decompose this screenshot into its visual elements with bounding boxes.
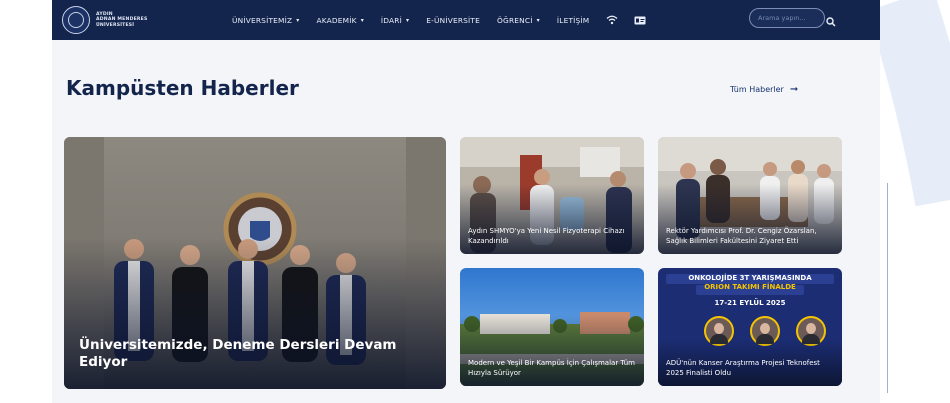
nav-item-universitemiz[interactable]: ÜNİVERSİTEMİZ ▾ — [232, 16, 299, 25]
poster-line: ORION TAKIMI FİNALDE — [704, 283, 796, 291]
university-logo[interactable]: AYDIN ADNAN MENDERES ÜNİVERSİTESİ — [62, 6, 148, 34]
poster-line: ONKOLOJİDE 3T YARIŞMASINDA — [688, 274, 812, 282]
nav-item-label: ÜNİVERSİTEMİZ — [232, 15, 293, 25]
news-title: ADÜ'nün Kanser Araştırma Projesi Teknofe… — [666, 359, 820, 377]
nav-item-iletisim[interactable]: İLETİŞİM — [557, 16, 590, 25]
page-container: AYDIN ADNAN MENDERES ÜNİVERSİTESİ ÜNİVER… — [52, 0, 880, 403]
decorative-divider — [887, 183, 888, 393]
top-navbar: AYDIN ADNAN MENDERES ÜNİVERSİTESİ ÜNİVER… — [52, 0, 880, 40]
wifi-icon[interactable] — [606, 15, 618, 25]
nav-item-e-universite[interactable]: E-ÜNİVERSİTE — [426, 16, 480, 25]
search-input[interactable] — [749, 8, 825, 28]
nav-item-ogrenci[interactable]: ÖĞRENCİ ▾ — [497, 16, 540, 25]
news-card-main[interactable]: Üniversitemizde, Deneme Dersleri Devam E… — [64, 137, 446, 389]
logo-line: ADNAN MENDERES — [96, 17, 148, 23]
nav-item-idari[interactable]: İDARİ ▾ — [381, 16, 409, 25]
news-title: Üniversitemizde, Deneme Dersleri Devam E… — [79, 337, 397, 370]
nav-item-akademik[interactable]: AKADEMİK ▾ — [316, 16, 363, 25]
news-card[interactable]: ONKOLOJİDE 3T YARIŞMASINDA ORION TAKIMI … — [658, 268, 842, 386]
logo-emblem-icon — [62, 6, 90, 34]
nav-item-label: İDARİ — [380, 15, 403, 25]
logo-text: AYDIN ADNAN MENDERES ÜNİVERSİTESİ — [96, 12, 148, 28]
news-title: Aydın SHMYO'ya Yeni Nesil Fizyoterapi Ci… — [468, 227, 625, 245]
news-card[interactable]: Aydın SHMYO'ya Yeni Nesil Fizyoterapi Ci… — [460, 137, 644, 254]
news-title: Modern ve Yeşil Bir Kampüs İçin Çalışmal… — [468, 359, 636, 377]
id-card-icon[interactable] — [634, 16, 646, 25]
chevron-down-icon: ▾ — [406, 16, 410, 24]
all-news-link[interactable]: Tüm Haberler ➞ — [730, 84, 798, 95]
news-card[interactable]: Modern ve Yeşil Bir Kampüs İçin Çalışmal… — [460, 268, 644, 386]
chevron-down-icon: ▾ — [296, 16, 300, 24]
main-nav: ÜNİVERSİTEMİZ ▾ AKADEMİK ▾ İDARİ ▾ E-ÜNİ… — [232, 0, 662, 40]
nav-item-label: İLETİŞİM — [556, 15, 590, 25]
nav-item-label: E-ÜNİVERSİTE — [426, 15, 481, 25]
search-icon[interactable] — [826, 12, 836, 31]
chevron-down-icon: ▾ — [360, 16, 364, 24]
arrow-right-icon: ➞ — [789, 84, 799, 95]
news-title: Rektör Yardımcısı Prof. Dr. Cengiz Özars… — [666, 227, 817, 245]
poster-heading: ONKOLOJİDE 3T YARIŞMASINDA ORION TAKIMI … — [664, 274, 836, 292]
all-news-label: Tüm Haberler — [730, 85, 784, 94]
nav-item-label: AKADEMİK — [316, 15, 357, 25]
nav-item-label: ÖĞRENCİ — [497, 15, 533, 25]
poster-date: 17-21 EYLÜL 2025 — [714, 299, 786, 307]
chevron-down-icon: ▾ — [536, 16, 540, 24]
logo-line: ÜNİVERSİTESİ — [96, 22, 135, 28]
news-card[interactable]: Rektör Yardımcısı Prof. Dr. Cengiz Özars… — [658, 137, 842, 254]
section-title: Kampüsten Haberler — [66, 76, 299, 100]
